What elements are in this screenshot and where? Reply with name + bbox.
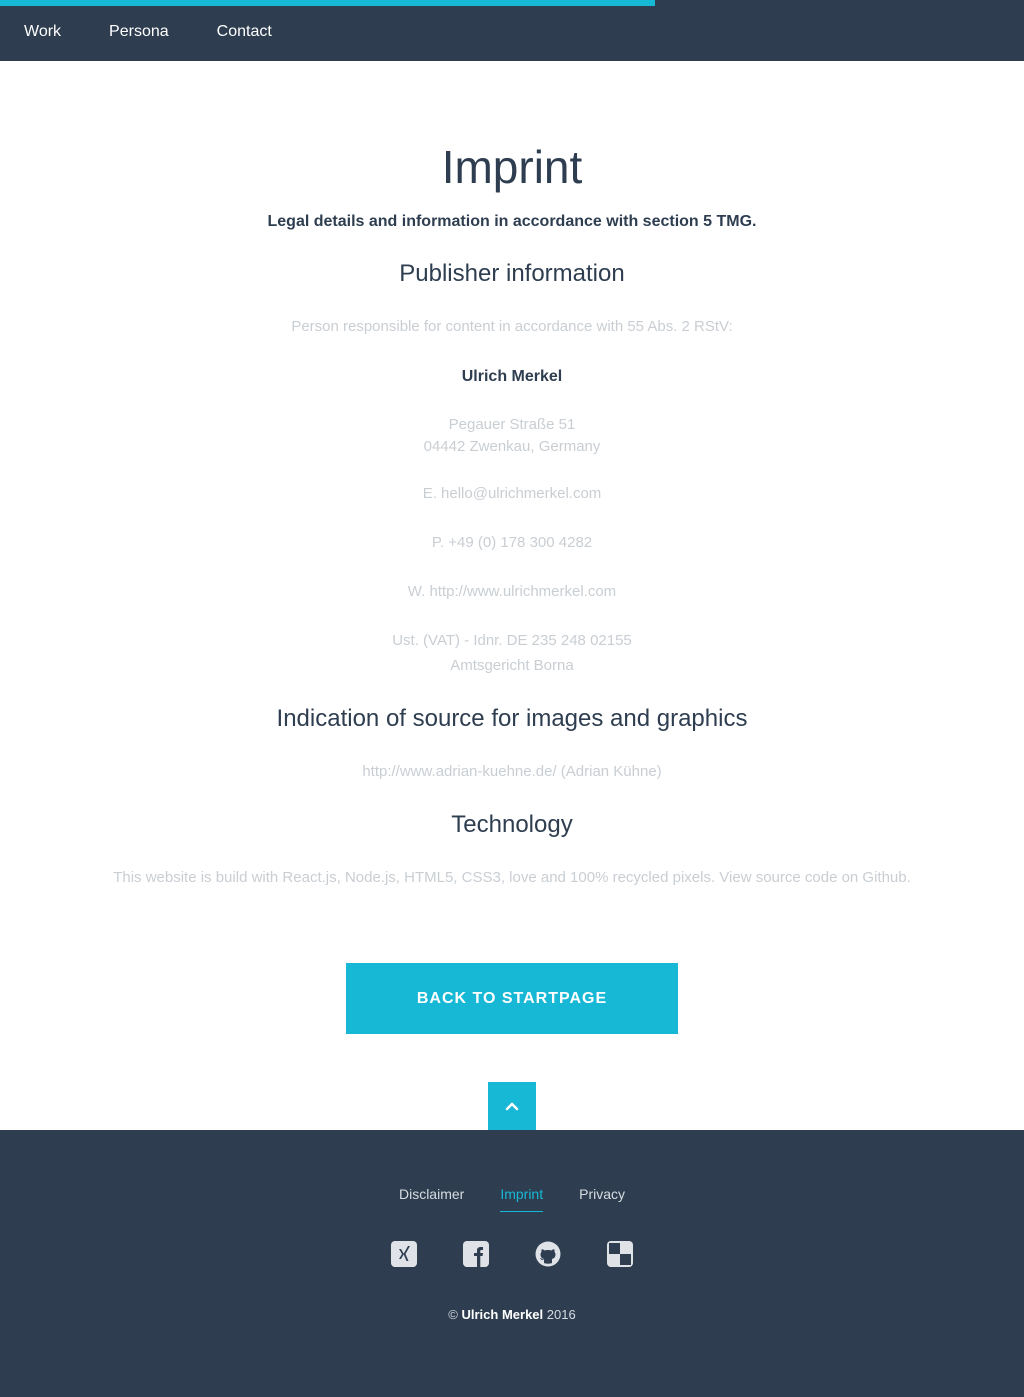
vat-text: Ust. (VAT) - Idnr. DE 235 248 02155 <box>392 632 632 649</box>
footer-link-imprint[interactable]: Imprint <box>500 1185 544 1212</box>
back-to-startpage-button[interactable]: BACK TO STARTPAGE <box>346 963 678 1034</box>
scroll-progress-bar <box>0 0 656 6</box>
footer-link-privacy[interactable]: Privacy <box>579 1185 625 1212</box>
technology-text: This website is build with React.js, Nod… <box>113 869 911 886</box>
nav-contact[interactable]: Contact <box>217 23 272 41</box>
xing-icon[interactable] <box>391 1241 417 1267</box>
page-subtitle: Legal details and information in accorda… <box>267 213 757 230</box>
technology-heading: Technology <box>451 811 573 838</box>
website-text[interactable]: W. http://www.ulrichmerkel.com <box>0 581 1024 603</box>
social-icons <box>0 1241 1024 1267</box>
footer-links: Disclaimer Imprint Privacy <box>0 1185 1024 1212</box>
page-title: Imprint <box>441 141 583 193</box>
images-source-link[interactable]: http://www.adrian-kuehne.de/ (Adrian Küh… <box>0 761 1024 783</box>
responsible-text: Person responsible for content in accord… <box>291 318 733 335</box>
copyright-name: Ulrich Merkel <box>461 1307 544 1322</box>
github-icon[interactable] <box>535 1241 561 1267</box>
nav-work[interactable]: Work <box>24 23 61 41</box>
delicious-icon[interactable] <box>607 1241 633 1267</box>
images-heading: Indication of source for images and grap… <box>276 705 748 732</box>
address-line-1: Pegauer Straße 51 <box>448 416 576 433</box>
publisher-name: Ulrich Merkel <box>461 368 563 385</box>
facebook-icon[interactable] <box>463 1241 489 1267</box>
court-text: Amtsgericht Borna <box>450 657 574 674</box>
publisher-heading: Publisher information <box>399 260 625 287</box>
main-nav: Work Persona Contact <box>24 23 320 41</box>
footer: Disclaimer Imprint Privacy © Ulrich Merk… <box>0 1130 1024 1397</box>
chevron-up-icon <box>505 1102 519 1111</box>
phone-text[interactable]: P. +49 (0) 178 300 4282 <box>0 532 1024 554</box>
footer-link-disclaimer[interactable]: Disclaimer <box>399 1185 464 1212</box>
copyright-year: 2016 <box>546 1307 576 1322</box>
nav-persona[interactable]: Persona <box>109 23 169 41</box>
email-text[interactable]: E. hello@ulrichmerkel.com <box>0 483 1024 505</box>
scroll-to-top-button[interactable] <box>488 1082 536 1130</box>
address-line-2: 04442 Zwenkau, Germany <box>423 438 601 455</box>
copyright: © Ulrich Merkel 2016 <box>0 1307 1024 1322</box>
copyright-symbol: © <box>448 1307 458 1322</box>
top-navigation-bar: Work Persona Contact <box>0 0 1024 61</box>
